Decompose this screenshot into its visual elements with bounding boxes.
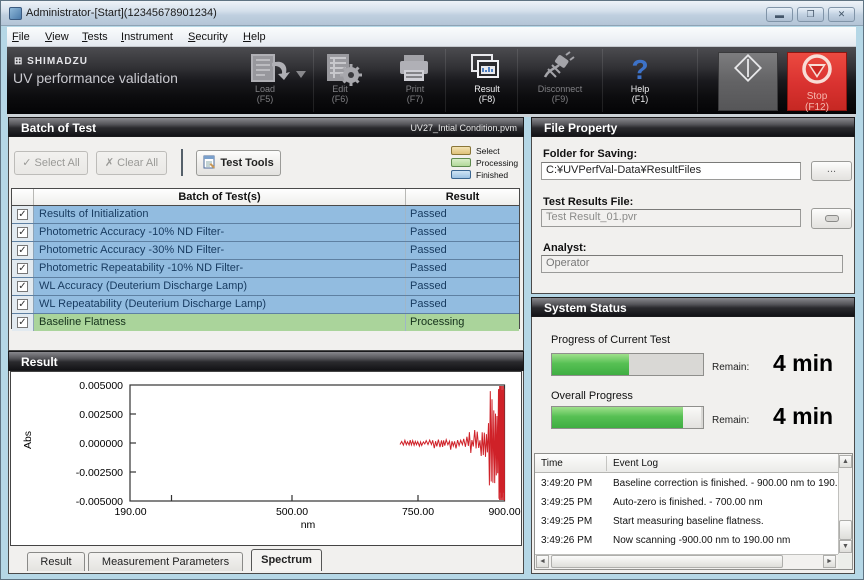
svg-text:Abs: Abs xyxy=(22,431,34,449)
svg-text:0.000000: 0.000000 xyxy=(79,438,123,450)
svg-text:0.002500: 0.002500 xyxy=(79,409,123,421)
svg-text:?: ? xyxy=(631,54,648,85)
svg-text:750.00: 750.00 xyxy=(402,506,434,518)
svg-text:900.00: 900.00 xyxy=(488,506,520,518)
svg-text:-0.002500: -0.002500 xyxy=(76,467,123,479)
svg-text:190.00: 190.00 xyxy=(114,506,146,518)
svg-text:0.005000: 0.005000 xyxy=(79,380,123,392)
svg-text:500.00: 500.00 xyxy=(276,506,308,518)
svg-text:nm: nm xyxy=(301,519,316,531)
